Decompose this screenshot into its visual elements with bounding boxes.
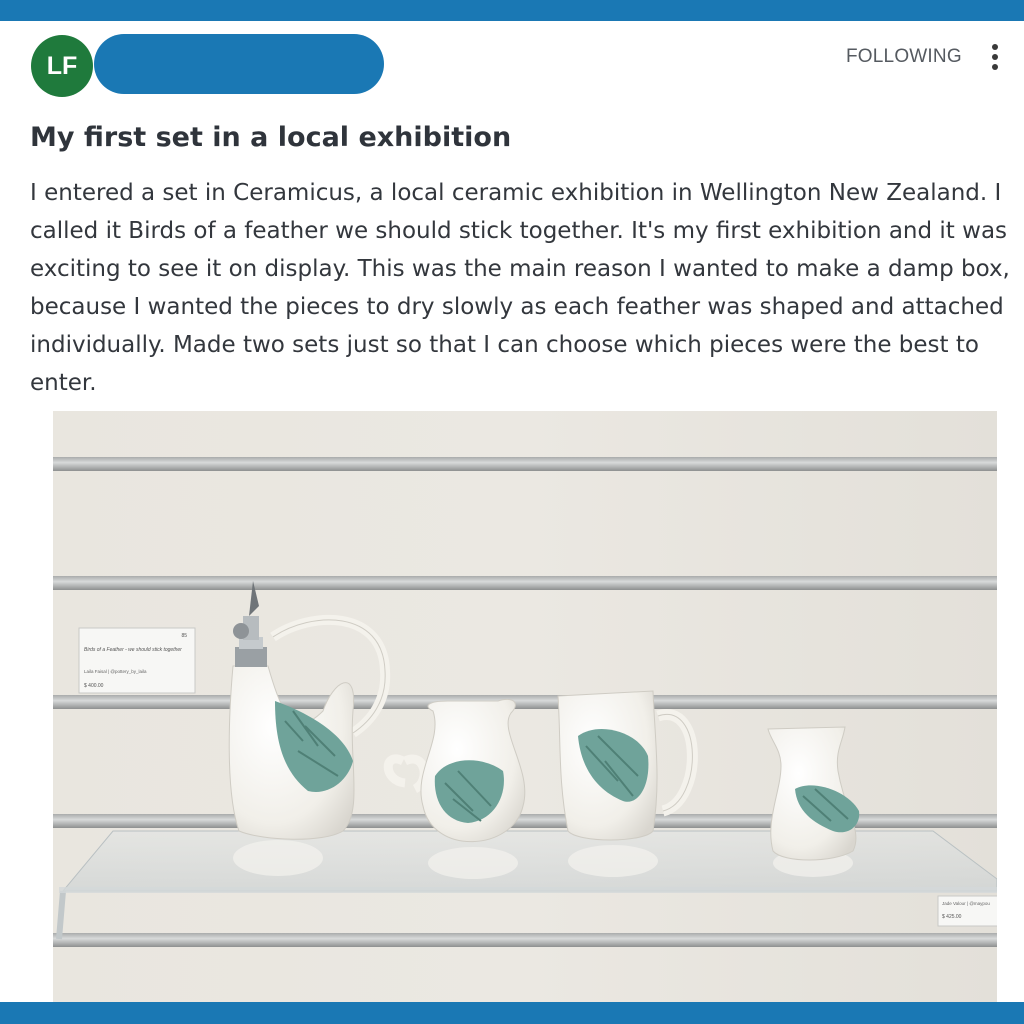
svg-text:85: 85 bbox=[181, 633, 187, 639]
svg-text:$ 425.00: $ 425.00 bbox=[942, 914, 962, 920]
svg-text:$ 400.00: $ 400.00 bbox=[84, 683, 104, 689]
post-photo[interactable]: 85 Birds of a Feather - we should stick … bbox=[53, 411, 997, 1002]
post-body: I entered a set in Ceramicus, a local ce… bbox=[30, 180, 1010, 396]
price-card-1: 85 Birds of a Feather - we should stick … bbox=[78, 627, 196, 694]
price-card-2: Jade Valour | @maypou $ 425.00 bbox=[937, 895, 997, 927]
avatar[interactable]: LF bbox=[31, 35, 93, 97]
post-title: My first set in a local exhibition bbox=[30, 122, 512, 153]
following-button[interactable]: FOLLOWING bbox=[846, 46, 962, 68]
top-bar bbox=[0, 0, 1024, 21]
avatar-initials: LF bbox=[46, 51, 78, 80]
svg-text:Jade Valour | @maypou: Jade Valour | @maypou bbox=[942, 901, 990, 906]
svg-text:Laila Faisal | @pottery_by_l: Laila Faisal | @pottery_by_laila bbox=[84, 669, 147, 674]
kebab-menu-icon[interactable] bbox=[985, 44, 1005, 70]
username-pill[interactable] bbox=[94, 34, 384, 94]
svg-text:Birds of a Feather - we should: Birds of a Feather - we should stick tog… bbox=[84, 647, 182, 653]
exhibition-photo: 85 Birds of a Feather - we should stick … bbox=[53, 411, 997, 1002]
bottom-bar bbox=[0, 1002, 1024, 1024]
